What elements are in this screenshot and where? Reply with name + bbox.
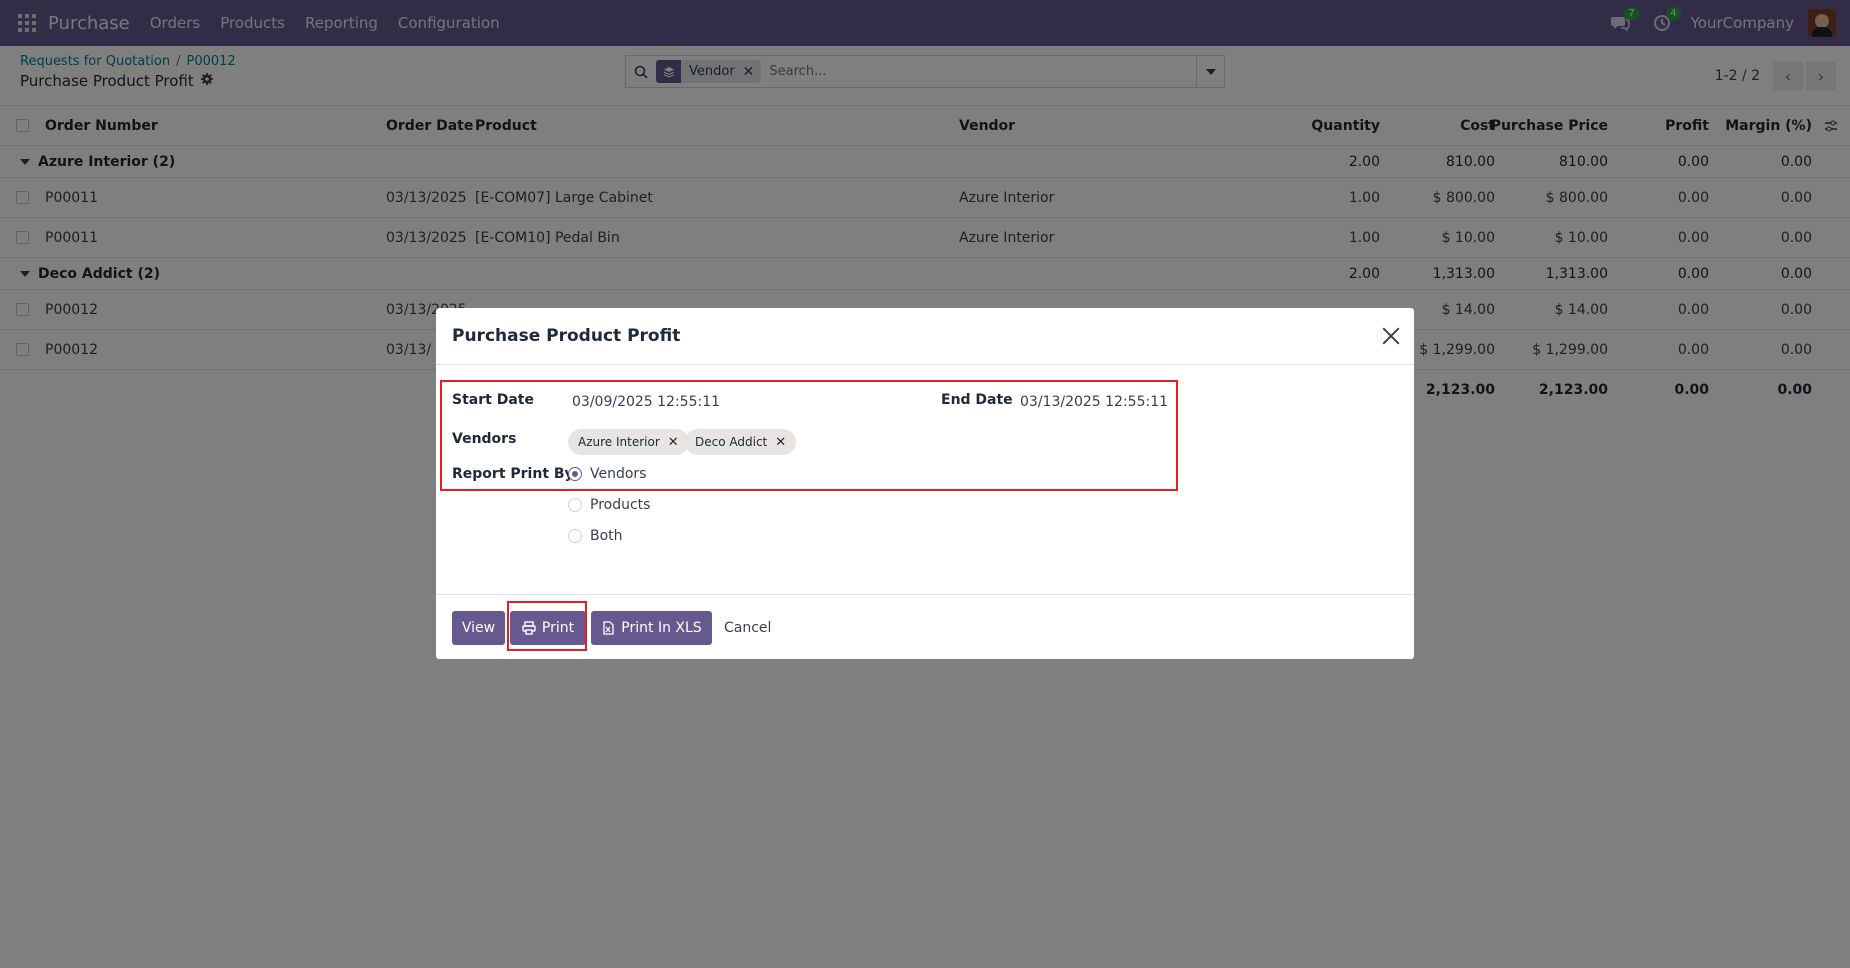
start-date-label: Start Date	[452, 392, 534, 408]
cancel-button[interactable]: Cancel	[724, 611, 771, 645]
dialog-header: Purchase Product Profit	[436, 308, 1414, 365]
highlight-box-print	[507, 601, 587, 651]
radio-dot[interactable]	[568, 467, 582, 481]
tag-remove-icon[interactable]: ✕	[775, 435, 786, 450]
dialog-title: Purchase Product Profit	[452, 326, 681, 346]
file-excel-icon	[603, 621, 614, 635]
start-date-field[interactable]: 03/09/2025 12:55:11	[572, 394, 720, 410]
radio-label: Both	[590, 528, 623, 544]
end-date-field[interactable]: 03/13/2025 12:55:11	[1020, 394, 1168, 410]
vendor-tag: Deco Addict ✕	[685, 429, 797, 455]
radio-label: Vendors	[590, 466, 647, 482]
end-date-label: End Date	[941, 392, 1013, 408]
radio-dot[interactable]	[568, 529, 582, 543]
vendor-tag: Azure Interior ✕	[568, 429, 689, 455]
tag-remove-icon[interactable]: ✕	[668, 435, 679, 450]
print-xls-button[interactable]: Print In XLS	[591, 611, 712, 645]
radio-dot[interactable]	[568, 498, 582, 512]
vendor-tag-label: Deco Addict	[695, 435, 768, 449]
radio-label: Products	[590, 497, 651, 513]
view-button[interactable]: View	[452, 611, 505, 645]
view-button-label: View	[461, 620, 496, 636]
dialog-footer: View Print Print In XLS Cancel	[436, 594, 1414, 659]
cancel-button-label: Cancel	[724, 620, 772, 636]
vendor-tag-label: Azure Interior	[578, 435, 660, 449]
radio-products[interactable]: Products	[568, 497, 650, 513]
radio-both[interactable]: Both	[568, 528, 623, 544]
radio-vendors[interactable]: Vendors	[568, 466, 646, 482]
print-by-label: Report Print By	[452, 466, 574, 482]
close-icon[interactable]	[1382, 327, 1400, 345]
vendors-label: Vendors	[452, 431, 517, 447]
purchase-product-profit-dialog: Purchase Product Profit Start Date 03/09…	[436, 308, 1414, 659]
print-xls-button-label: Print In XLS	[621, 620, 702, 636]
